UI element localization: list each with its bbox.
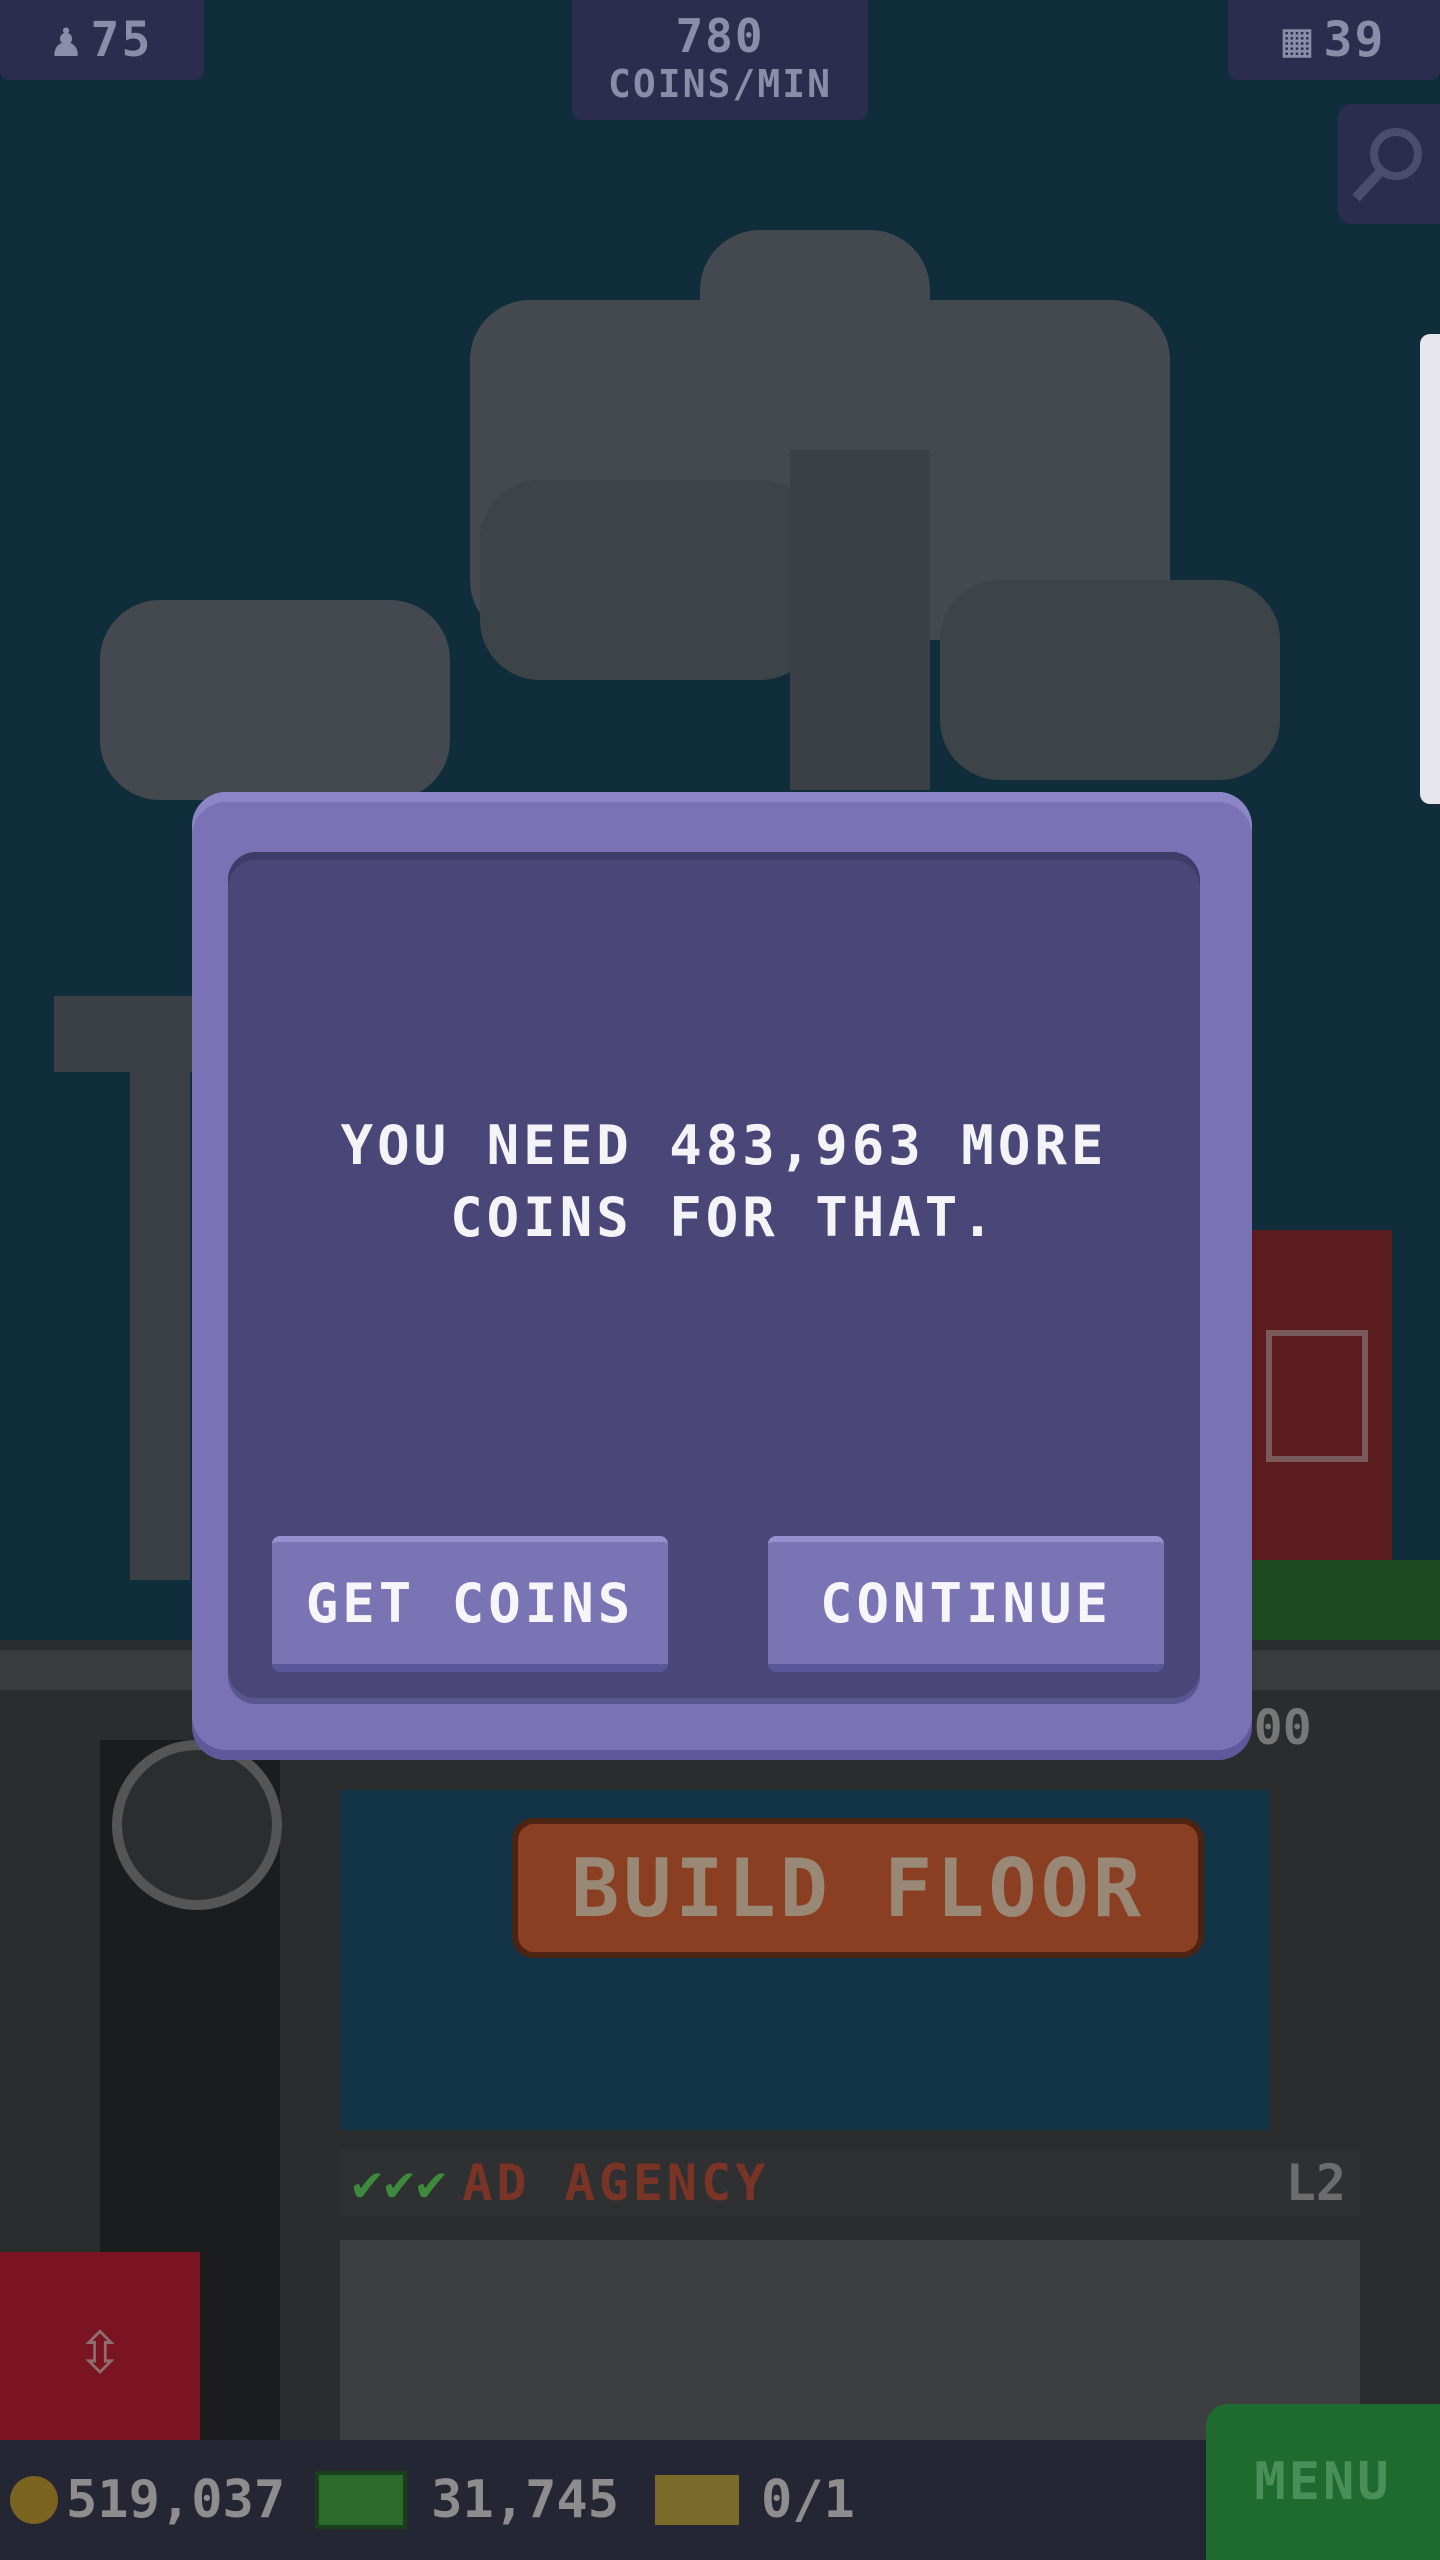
coins-value: 519,037 (66, 2470, 286, 2530)
cloud (940, 580, 1280, 780)
radio-tower (790, 450, 930, 790)
coins-per-min-value: 780 (675, 9, 765, 63)
get-coins-button[interactable]: GET COINS (272, 1536, 668, 1672)
floor-header-ad-agency[interactable]: ✔✔✔ AD AGENCY L2 (340, 2150, 1360, 2216)
menu-button[interactable]: MENU (1206, 2404, 1440, 2560)
population-counter[interactable]: ♟ 75 (0, 0, 204, 80)
tower-bux-icon (315, 2471, 408, 2529)
continue-label: CONTINUE (819, 1571, 1113, 1635)
cloud (480, 480, 820, 680)
ticket-icon (655, 2475, 739, 2525)
ad-agency-room[interactable] (340, 2240, 1360, 2440)
check-icons: ✔✔✔ (352, 2154, 449, 2212)
billboard-pole (130, 1060, 190, 1580)
build-floor-banner[interactable]: BUILD FLOOR (512, 1818, 1204, 1958)
floor-count-value: 39 (1323, 12, 1386, 68)
building-icon: ▦ (1282, 12, 1314, 68)
floor-name: AD AGENCY (462, 2154, 770, 2212)
continue-button[interactable]: CONTINUE (768, 1536, 1164, 1672)
elevator-button[interactable]: ⇳ (0, 2252, 200, 2440)
grass (1252, 1560, 1440, 1650)
bux-value: 31,745 (431, 2470, 619, 2530)
tickets-value: 0/1 (761, 2470, 855, 2530)
coins-per-min-panel: 780 COINS/MIN (572, 0, 868, 120)
dialog-message: YOU NEED 483,963 MORE COINS FOR THAT. (340, 1114, 1108, 1249)
get-coins-label: GET COINS (305, 1571, 635, 1635)
menu-label: MENU (1254, 2452, 1392, 2512)
elevator-wheel (112, 1740, 282, 1910)
magnifier-icon (1352, 128, 1422, 202)
build-floor-label: BUILD FLOOR (571, 1841, 1145, 1935)
coin-icon (10, 2476, 58, 2524)
search-button[interactable] (1338, 104, 1440, 224)
person-icon: ♟ (51, 12, 83, 68)
floor-counter[interactable]: ▦ 39 (1228, 0, 1440, 80)
floor-level: L2 (1285, 2154, 1346, 2212)
billboard-sign (54, 996, 194, 1072)
cloud (700, 230, 930, 390)
up-down-arrows-icon: ⇳ (75, 2299, 125, 2393)
coins-per-min-label: COINS/MIN (608, 62, 832, 106)
side-panel-tab[interactable] (1420, 334, 1440, 804)
barn-door (1266, 1330, 1368, 1462)
cloud (100, 600, 450, 800)
population-value: 75 (90, 12, 153, 68)
